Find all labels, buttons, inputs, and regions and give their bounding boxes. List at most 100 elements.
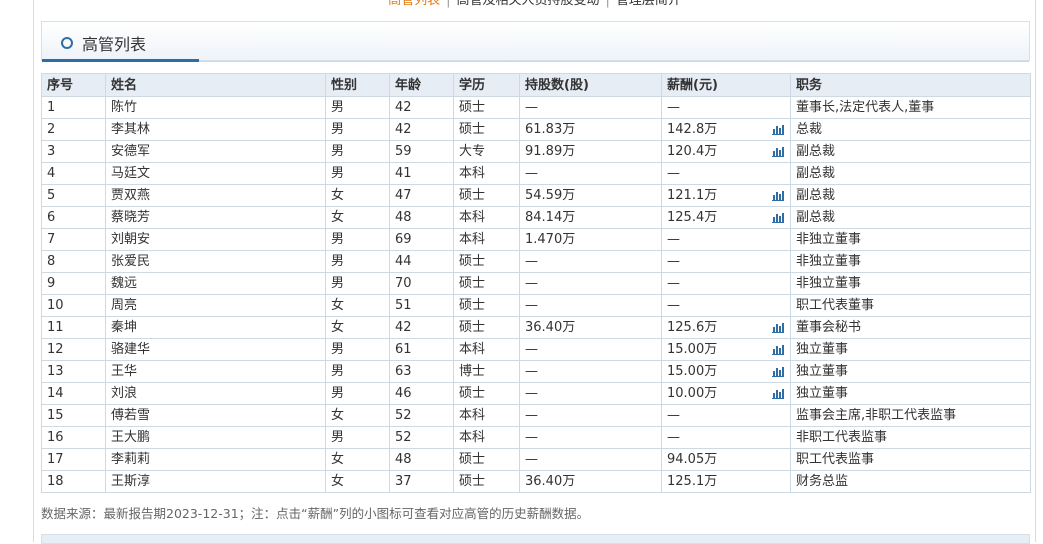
cell-education: 硕士 xyxy=(453,272,520,295)
cell-position-text: 副总裁 xyxy=(796,144,836,159)
cell-gender: 女 xyxy=(325,470,390,493)
next-section-header xyxy=(41,534,1030,544)
cell-no: 13 xyxy=(41,360,106,383)
table-row: 11 秦坤 女 42 硕士 36.40万 125.6万 董事会秘书 xyxy=(41,316,1031,339)
table-header-row: 序号 姓名 性别 年龄 学历 持股数(股) 薪酬(元) 职务 xyxy=(41,73,1031,97)
cell-name: 安德军 xyxy=(105,140,326,163)
cell-salary: — xyxy=(661,96,791,119)
cell-name: 刘朝安 xyxy=(105,228,326,251)
cell-position-text: 监事会主席,非职工代表监事 xyxy=(796,408,957,423)
cell-position: 独立董事 xyxy=(790,338,1031,361)
nav-shareholding-changes[interactable]: 高管及相关人员持股变动 xyxy=(456,0,599,8)
cell-no-text: 5 xyxy=(47,188,56,203)
cell-shares-text: 36.40万 xyxy=(525,474,576,489)
cell-shares: 91.89万 xyxy=(519,140,662,163)
cell-age-text: 69 xyxy=(395,232,412,247)
cell-name-text: 王华 xyxy=(111,364,138,379)
section-header: 高管列表 xyxy=(41,21,1030,62)
cell-gender: 女 xyxy=(325,448,390,471)
cell-education: 硕士 xyxy=(453,382,520,405)
cell-gender-text: 男 xyxy=(331,232,345,247)
cell-gender-text: 男 xyxy=(331,100,345,115)
cell-position-text: 非独立董事 xyxy=(796,254,862,269)
cell-position: 独立董事 xyxy=(790,360,1031,383)
cell-no: 12 xyxy=(41,338,106,361)
cell-salary: — xyxy=(661,250,791,273)
cell-gender-text: 男 xyxy=(331,254,345,269)
salary-chart-icon[interactable] xyxy=(772,190,784,201)
cell-position: 副总裁 xyxy=(790,162,1031,185)
cell-salary: — xyxy=(661,162,791,185)
cell-position: 非独立董事 xyxy=(790,228,1031,251)
table-row: 7 刘朝安 男 69 本科 1.470万 — 非独立董事 xyxy=(41,228,1031,251)
cell-shares: — xyxy=(519,360,662,383)
cell-position-text: 非独立董事 xyxy=(796,232,862,247)
cell-shares: — xyxy=(519,404,662,427)
cell-age: 47 xyxy=(389,184,454,207)
cell-name-text: 陈竹 xyxy=(111,100,138,115)
cell-age: 69 xyxy=(389,228,454,251)
cell-gender: 女 xyxy=(325,404,390,427)
cell-education: 硕士 xyxy=(453,294,520,317)
content-frame: 高管列表 | 高管及相关人员持股变动 | 管理层简介 高管列表 序号 姓名 性别 年龄 … xyxy=(33,0,1036,544)
cell-name-text: 安德军 xyxy=(111,144,151,159)
salary-chart-icon[interactable] xyxy=(772,212,784,223)
cell-salary-text: 120.4万 xyxy=(667,144,718,159)
col-header-name: 姓名 xyxy=(105,73,326,97)
cell-no-text: 15 xyxy=(47,408,64,423)
cell-gender: 女 xyxy=(325,316,390,339)
cell-name-text: 李其林 xyxy=(111,122,151,137)
cell-education: 本科 xyxy=(453,162,520,185)
cell-name: 王华 xyxy=(105,360,326,383)
circle-bullet-icon xyxy=(61,37,73,49)
cell-age-text: 48 xyxy=(395,210,412,225)
cell-shares-text: — xyxy=(525,408,538,423)
cell-position-text: 独立董事 xyxy=(796,364,849,379)
cell-gender-text: 女 xyxy=(331,320,345,335)
cell-age: 46 xyxy=(389,382,454,405)
cell-position-text: 职工代表监事 xyxy=(796,452,875,467)
cell-age: 42 xyxy=(389,96,454,119)
salary-chart-icon[interactable] xyxy=(772,344,784,355)
cell-shares: 36.40万 xyxy=(519,316,662,339)
cell-position-text: 财务总监 xyxy=(796,474,849,489)
cell-name-text: 骆建华 xyxy=(111,342,151,357)
cell-age-text: 41 xyxy=(395,166,412,181)
salary-chart-icon[interactable] xyxy=(772,366,784,377)
salary-chart-icon[interactable] xyxy=(772,146,784,157)
cell-position: 职工代表董事 xyxy=(790,294,1031,317)
table-row: 10 周亮 女 51 硕士 — — 职工代表董事 xyxy=(41,294,1031,317)
cell-shares-text: — xyxy=(525,386,538,401)
cell-salary-text: — xyxy=(667,254,680,269)
nav-management-intro[interactable]: 管理层简介 xyxy=(616,0,681,8)
cell-no: 14 xyxy=(41,382,106,405)
cell-name-text: 王大鹏 xyxy=(111,430,151,445)
cell-age-text: 44 xyxy=(395,254,412,269)
cell-age: 44 xyxy=(389,250,454,273)
cell-salary-text: — xyxy=(667,100,680,115)
cell-position: 副总裁 xyxy=(790,140,1031,163)
cell-no-text: 7 xyxy=(47,232,56,247)
cell-position-text: 非职工代表监事 xyxy=(796,430,888,445)
cell-position: 副总裁 xyxy=(790,206,1031,229)
cell-education-text: 硕士 xyxy=(459,474,486,489)
cell-name: 王斯淳 xyxy=(105,470,326,493)
cell-age-text: 52 xyxy=(395,430,412,445)
cell-gender: 男 xyxy=(325,382,390,405)
nav-exec-list[interactable]: 高管列表 xyxy=(388,0,440,8)
table-row: 15 傅若雪 女 52 本科 — — 监事会主席,非职工代表监事 xyxy=(41,404,1031,427)
cell-salary: — xyxy=(661,404,791,427)
cell-no: 18 xyxy=(41,470,106,493)
salary-chart-icon[interactable] xyxy=(772,322,784,333)
salary-chart-icon[interactable] xyxy=(772,388,784,399)
cell-no: 8 xyxy=(41,250,106,273)
cell-position-text: 独立董事 xyxy=(796,342,849,357)
cell-gender-text: 女 xyxy=(331,298,345,313)
cell-age-text: 48 xyxy=(395,452,412,467)
cell-name-text: 王斯淳 xyxy=(111,474,151,489)
cell-shares: — xyxy=(519,96,662,119)
salary-chart-icon[interactable] xyxy=(772,124,784,135)
cell-salary: 15.00万 xyxy=(661,360,791,383)
cell-shares: 61.83万 xyxy=(519,118,662,141)
cell-name: 刘浪 xyxy=(105,382,326,405)
